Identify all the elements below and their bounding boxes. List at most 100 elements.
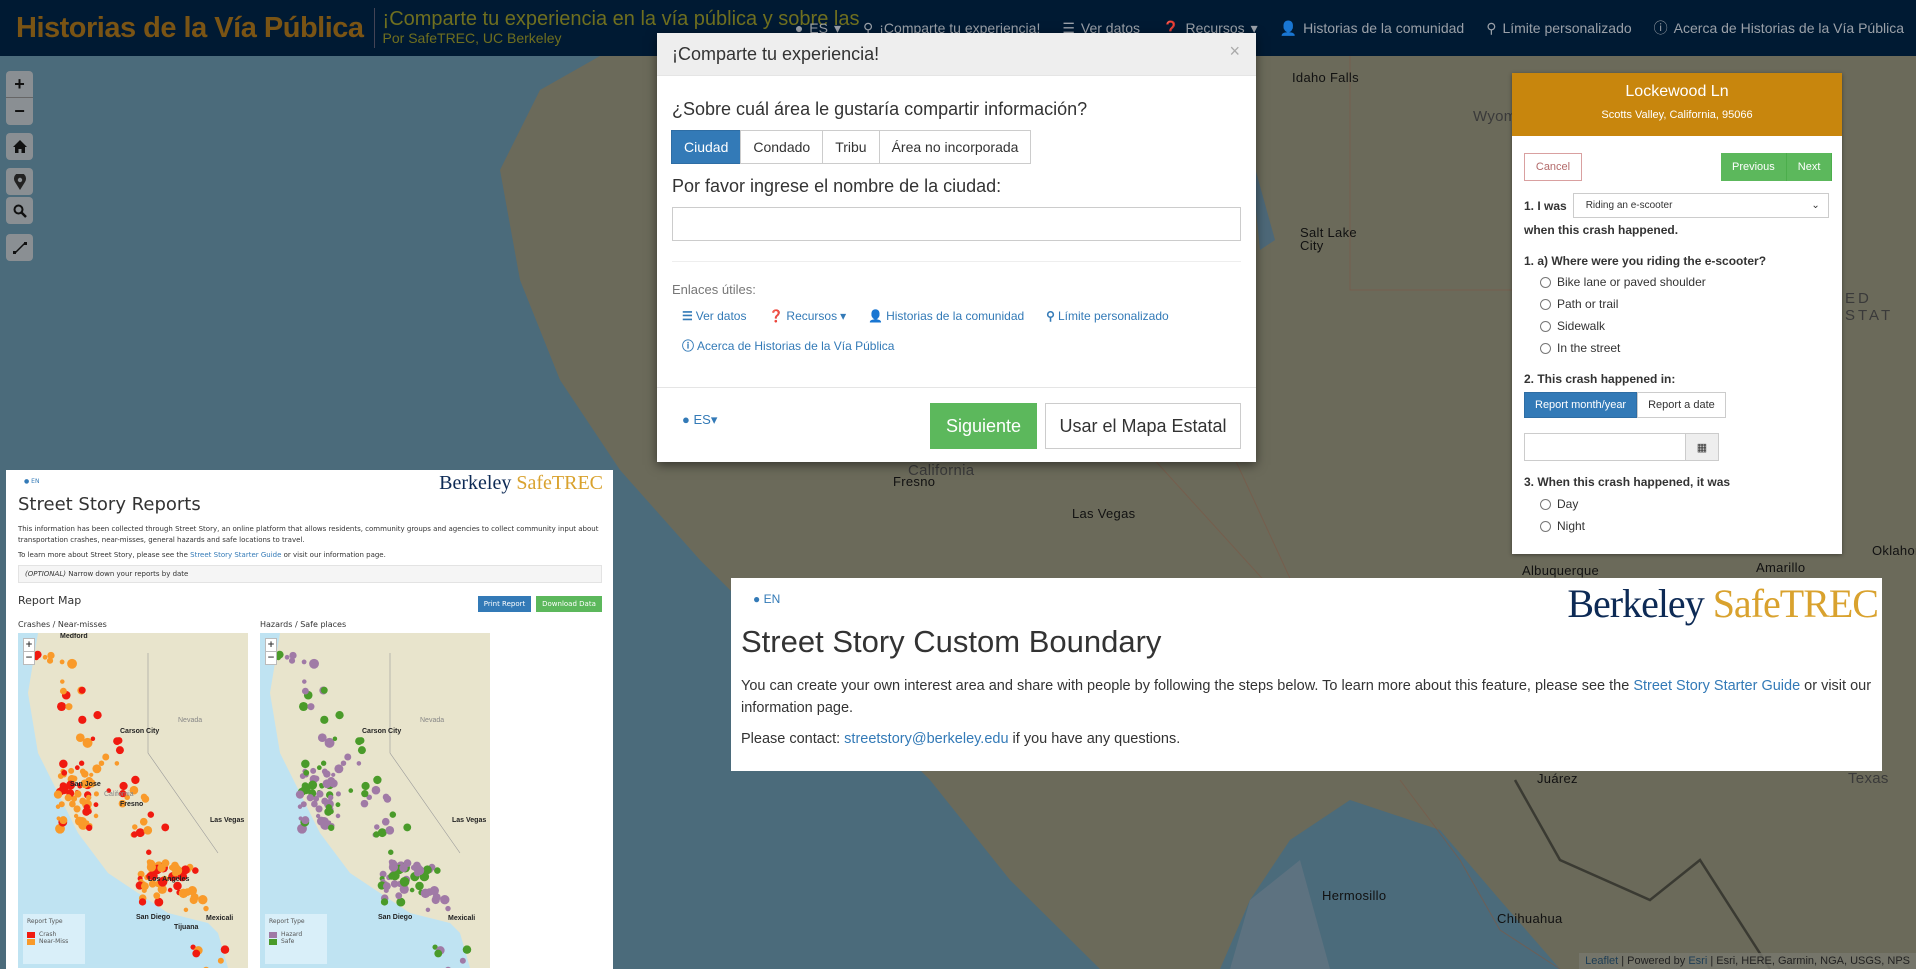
report-marker[interactable]: [220, 945, 230, 954]
report-marker[interactable]: [140, 882, 149, 891]
report-marker[interactable]: [217, 957, 224, 964]
report-marker[interactable]: [302, 679, 307, 684]
report-marker[interactable]: [373, 775, 382, 785]
previous-button[interactable]: Previous: [1721, 153, 1787, 181]
report-marker[interactable]: [340, 760, 347, 766]
report-marker[interactable]: [320, 686, 328, 694]
report-marker[interactable]: [119, 781, 128, 791]
report-marker[interactable]: [382, 882, 391, 891]
report-marker[interactable]: [331, 772, 336, 777]
report-marker[interactable]: [132, 824, 138, 830]
report-marker[interactable]: [85, 824, 93, 831]
report-marker[interactable]: [77, 816, 87, 827]
next-button[interactable]: Siguiente: [930, 403, 1037, 449]
report-marker[interactable]: [295, 790, 305, 799]
report-marker[interactable]: [192, 949, 201, 958]
report-marker[interactable]: [56, 816, 61, 821]
zoom-in-button[interactable]: +: [6, 71, 33, 98]
radio-sidewalk[interactable]: Sidewalk: [1540, 319, 1605, 333]
report-marker[interactable]: [147, 811, 155, 818]
report-marker[interactable]: [289, 651, 297, 660]
next-button[interactable]: Next: [1786, 153, 1833, 181]
starter-guide-link[interactable]: Street Story Starter Guide: [190, 551, 281, 559]
report-marker[interactable]: [79, 797, 87, 805]
report-marker[interactable]: [42, 654, 48, 660]
report-marker[interactable]: [115, 746, 124, 755]
use-state-map-button[interactable]: Usar el Mapa Estatal: [1045, 403, 1241, 449]
report-marker[interactable]: [67, 658, 77, 669]
report-marker[interactable]: [357, 737, 365, 744]
report-date-button[interactable]: Report a date: [1637, 392, 1726, 418]
report-marker[interactable]: [68, 767, 75, 774]
report-marker[interactable]: [131, 775, 140, 785]
report-marker[interactable]: [320, 715, 329, 724]
report-marker[interactable]: [310, 767, 317, 774]
report-marker[interactable]: [390, 880, 399, 888]
nav-about[interactable]: ⓘ Acerca de Historias de la Vía Pública: [1654, 18, 1904, 38]
report-marker[interactable]: [403, 823, 412, 832]
search-button[interactable]: [6, 197, 33, 224]
mini-zoom-in[interactable]: +: [265, 638, 277, 652]
report-marker[interactable]: [381, 817, 390, 826]
cancel-button[interactable]: Cancel: [1524, 153, 1582, 181]
esri-link[interactable]: Esri: [1688, 955, 1707, 967]
report-marker[interactable]: [172, 865, 183, 876]
report-marker[interactable]: [395, 892, 403, 900]
report-marker[interactable]: [389, 811, 397, 818]
mini-zoom-out[interactable]: −: [265, 651, 277, 665]
report-marker[interactable]: [335, 813, 341, 819]
radio-night[interactable]: Night: [1540, 519, 1585, 533]
report-marker[interactable]: [361, 790, 369, 798]
link-about[interactable]: ⓘ Acerca de Historias de la Vía Pública: [682, 337, 1231, 354]
hazard-map[interactable]: + − Carson City Nevada Las Vegas San Die…: [260, 633, 490, 968]
report-marker[interactable]: [315, 813, 321, 819]
report-marker[interactable]: [385, 826, 395, 835]
report-marker[interactable]: [301, 782, 309, 790]
report-marker[interactable]: [78, 715, 87, 724]
language-toggle[interactable]: ● EN: [753, 592, 780, 606]
report-marker[interactable]: [409, 887, 415, 893]
nav-community-stories[interactable]: 👤 Historias de la comunidad: [1280, 20, 1465, 37]
report-marker[interactable]: [189, 895, 198, 905]
report-marker[interactable]: [356, 761, 362, 766]
report-marker[interactable]: [284, 654, 290, 660]
report-marker[interactable]: [299, 701, 309, 712]
report-marker[interactable]: [89, 772, 94, 777]
report-marker[interactable]: [357, 746, 366, 755]
report-marker[interactable]: [380, 898, 389, 906]
report-marker[interactable]: [154, 897, 164, 907]
area-type-tribe[interactable]: Tribu: [822, 130, 880, 164]
report-marker[interactable]: [329, 779, 338, 788]
report-marker[interactable]: [301, 687, 309, 695]
report-marker[interactable]: [59, 816, 68, 825]
report-marker[interactable]: [301, 759, 310, 769]
report-marker[interactable]: [321, 797, 329, 805]
report-marker[interactable]: [90, 736, 96, 741]
report-marker[interactable]: [440, 895, 450, 905]
radio-street[interactable]: In the street: [1540, 341, 1620, 355]
city-input[interactable]: [672, 207, 1241, 241]
link-community-stories[interactable]: 👤 Historias de la comunidad: [868, 309, 1024, 323]
report-marker[interactable]: [153, 892, 161, 900]
locate-button[interactable]: [6, 168, 33, 195]
report-marker[interactable]: [73, 813, 79, 819]
report-marker[interactable]: [425, 907, 431, 913]
calendar-button[interactable]: ▦: [1686, 433, 1719, 461]
report-marker[interactable]: [348, 788, 354, 793]
report-marker[interactable]: [93, 802, 99, 808]
report-marker[interactable]: [203, 905, 209, 912]
report-marker[interactable]: [173, 881, 182, 891]
report-marker[interactable]: [414, 865, 425, 876]
crash-map[interactable]: + − Medford Carson City Nevada Californi…: [18, 633, 248, 968]
report-marker[interactable]: [303, 769, 310, 776]
link-custom-boundary[interactable]: ⚲ Límite personalizado: [1046, 309, 1169, 323]
report-marker[interactable]: [317, 733, 327, 743]
print-report-button[interactable]: Print Report: [478, 596, 531, 612]
language-dropdown[interactable]: ● ES▾: [682, 412, 717, 428]
download-data-button[interactable]: Download Data: [536, 596, 602, 612]
report-marker[interactable]: [309, 658, 319, 669]
report-marker[interactable]: [203, 966, 210, 968]
report-marker[interactable]: [344, 753, 352, 761]
report-marker[interactable]: [98, 760, 105, 766]
date-filter-bar[interactable]: (OPTIONAL) Narrow down your reports by d…: [18, 565, 602, 583]
